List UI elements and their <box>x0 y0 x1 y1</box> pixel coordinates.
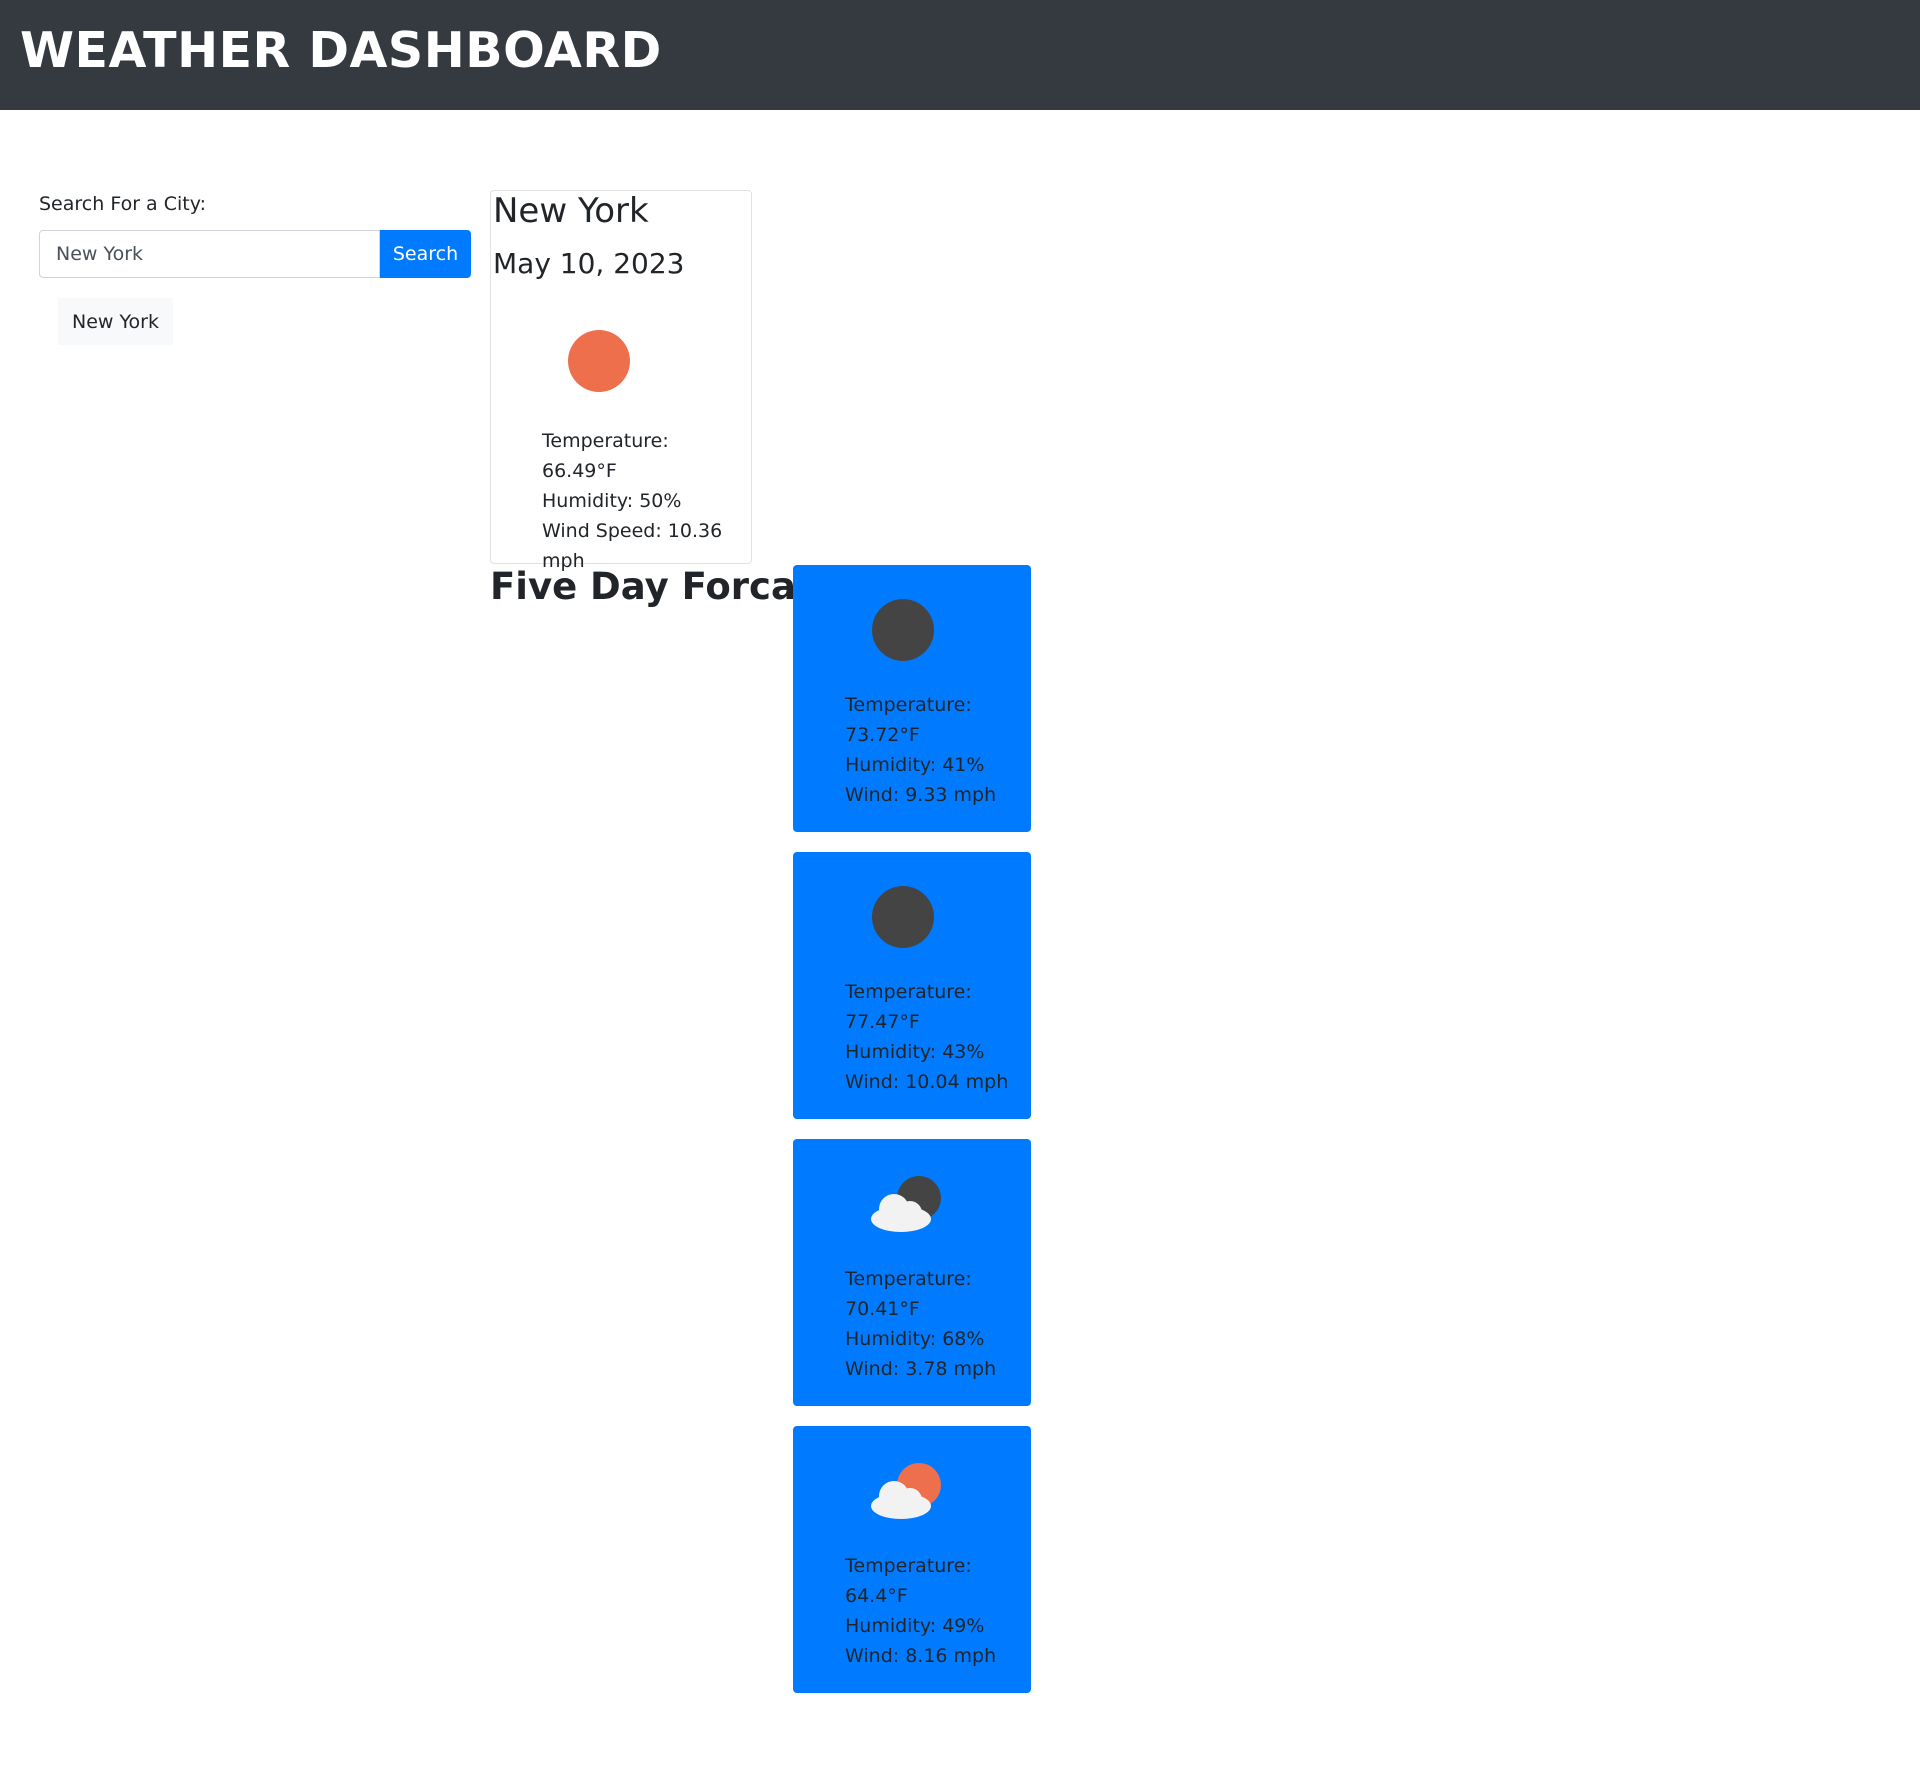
moon-icon <box>872 599 934 661</box>
forecast-stats: Temperature: 77.47°F Humidity: 43% Wind:… <box>845 977 1015 1097</box>
forecast-temperature: 64.4°F <box>845 1585 908 1607</box>
forecast-stats: Temperature: 70.41°F Humidity: 68% Wind:… <box>845 1264 1015 1384</box>
forecast-wind: Wind: 9.33 mph <box>845 784 997 806</box>
current-humidity: Humidity: 50% <box>542 490 682 512</box>
history-item-new-york[interactable]: New York <box>58 298 173 345</box>
forecast-temperature-label: Temperature: <box>845 1555 972 1577</box>
current-stats: Temperature: 66.49°F Humidity: 50% Wind … <box>542 426 747 576</box>
forecast-temperature: 77.47°F <box>845 1011 920 1033</box>
forecast-card: Temperature: 70.41°F Humidity: 68% Wind:… <box>793 1139 1031 1406</box>
moon-icon <box>872 886 934 948</box>
current-city: New York <box>493 191 649 231</box>
forecast-card: Temperature: 64.4°F Humidity: 49% Wind: … <box>793 1426 1031 1693</box>
forecast-temperature-label: Temperature: <box>845 981 972 1003</box>
forecast-wind: Wind: 3.78 mph <box>845 1358 997 1380</box>
forecast-wind: Wind: 8.16 mph <box>845 1645 997 1667</box>
forecast-humidity: Humidity: 49% <box>845 1615 985 1637</box>
forecast-humidity: Humidity: 43% <box>845 1041 985 1063</box>
cloud-moon-icon <box>871 1176 941 1232</box>
forecast-temperature-label: Temperature: <box>845 694 972 716</box>
forecast-wind: Wind: 10.04 mph <box>845 1071 1009 1093</box>
forecast-stats: Temperature: 64.4°F Humidity: 49% Wind: … <box>845 1551 1015 1671</box>
current-date: May 10, 2023 <box>493 247 685 280</box>
current-temperature: Temperature: 66.49°F <box>542 430 669 482</box>
cloud-sun-icon <box>871 1463 941 1519</box>
forecast-temperature-label: Temperature: <box>845 1268 972 1290</box>
search-button[interactable]: Search <box>380 230 471 278</box>
forecast-humidity: Humidity: 68% <box>845 1328 985 1350</box>
page-title: WEATHER DASHBOARD <box>20 22 662 79</box>
sun-icon <box>568 330 630 392</box>
search-label: Search For a City: <box>39 193 206 215</box>
current-weather-card: New York May 10, 2023 Temperature: 66.49… <box>490 190 752 572</box>
forecast-card: Temperature: 73.72°F Humidity: 41% Wind:… <box>793 565 1031 832</box>
app-header: WEATHER DASHBOARD <box>0 0 1920 110</box>
forecast-humidity: Humidity: 41% <box>845 754 985 776</box>
forecast-temperature: 73.72°F <box>845 724 920 746</box>
search-input[interactable] <box>39 230 380 278</box>
forecast-card: Temperature: 77.47°F Humidity: 43% Wind:… <box>793 852 1031 1119</box>
forecast-stats: Temperature: 73.72°F Humidity: 41% Wind:… <box>845 690 1015 810</box>
forecast-temperature: 70.41°F <box>845 1298 920 1320</box>
